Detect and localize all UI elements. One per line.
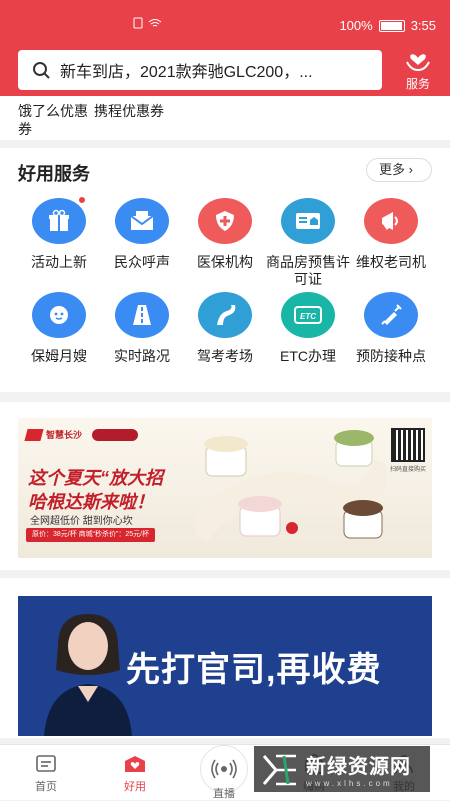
service-label: 保姆月嫂: [31, 348, 87, 364]
battery-icon: [378, 19, 405, 32]
service-button[interactable]: 服务: [396, 48, 440, 92]
ad-banner-lawyer[interactable]: 先打官司,再收费: [18, 596, 432, 736]
service-item-vaccine[interactable]: 预防接种点: [346, 292, 436, 365]
ad-headline-1: 这个夏天“放大招: [28, 468, 163, 488]
tab-useful[interactable]: 好用: [105, 753, 165, 794]
ad-brand: 智慧长沙: [24, 428, 139, 441]
heart-hands-icon: [406, 54, 430, 72]
watermark-logo-icon: [262, 754, 296, 786]
tab-live[interactable]: 直播: [194, 745, 254, 801]
tag-ctrip[interactable]: 携程优惠券: [94, 103, 164, 119]
more-button[interactable]: 更多 ›: [366, 158, 432, 182]
ad-headline-2: 哈根达斯来啦！: [28, 492, 154, 512]
icecream-image: [196, 430, 386, 543]
service-label: 预防接种点: [356, 348, 426, 364]
service-label: 活动上新: [31, 254, 87, 270]
tag-overflow: 券: [18, 121, 32, 137]
lawyer-photo: [44, 614, 132, 736]
service-item-nanny[interactable]: 保姆月嫂: [14, 292, 104, 365]
search-input[interactable]: 新车到店，2021款奔驰GLC200，...: [18, 50, 382, 90]
svg-text:ETC: ETC: [300, 312, 316, 321]
ad-banner-icecream[interactable]: 智慧长沙 这个夏天“放大招 哈根达斯来啦！ 全网超低价 甜到你心坎 原价：38元…: [18, 418, 432, 558]
battery-percent: 100%: [339, 18, 373, 33]
gift-icon: [32, 196, 86, 244]
service-item-exam[interactable]: 驾考考场: [180, 292, 270, 365]
search-icon: [33, 62, 50, 79]
syringe-icon: [364, 292, 418, 338]
tab-home[interactable]: 首页: [16, 753, 76, 794]
watermark-title: 新绿资源网: [306, 756, 411, 778]
watermark: 新绿资源网 www.xlhs.com: [254, 746, 430, 792]
haagen-dazs-logo: [92, 428, 139, 441]
brand-logo-icon: [24, 428, 44, 441]
service-label: 服务: [405, 77, 430, 91]
promo-tags: 饿了么优惠 携程优惠券 券: [0, 96, 450, 140]
service-label: ETC办理: [280, 348, 336, 364]
heart-box-icon: [125, 756, 145, 772]
qr-code-icon: [390, 428, 425, 462]
ad-sub: 全网超低价 甜到你心坎: [30, 516, 133, 527]
ad-banner-section: 智慧长沙 这个夏天“放大招 哈根达斯来啦！ 全网超低价 甜到你心坎 原价：38元…: [0, 402, 450, 570]
chevron-right-icon: ›: [408, 162, 413, 177]
service-label: 医保机构: [197, 254, 253, 270]
baby-icon: [32, 292, 86, 338]
status-bar: 100% 3:55: [0, 0, 450, 44]
etc-card-icon: ETC: [281, 292, 335, 338]
watermark-url: www.xlhs.com: [306, 779, 393, 788]
service-item-rights[interactable]: 维权老司机: [346, 198, 436, 271]
service-label: 实时路况: [114, 348, 170, 364]
section-title: 好用服务: [18, 164, 90, 184]
tag-eleme[interactable]: 饿了么优惠: [18, 103, 88, 119]
service-item-traffic[interactable]: 实时路况: [97, 292, 187, 365]
header: 新车到店，2021款奔驰GLC200，... 服务: [0, 44, 450, 96]
mail-icon: [115, 198, 169, 244]
status-icons: [133, 17, 167, 32]
service-item-activity[interactable]: 活动上新: [14, 196, 104, 271]
service-label: 商品房预售许可证: [266, 254, 350, 287]
service-label: 民众呼声: [114, 254, 170, 270]
service-label: 驾考考场: [197, 348, 253, 364]
services-section: 好用服务 更多 › 活动上新 民众呼声 医保机构 商品房预售许可证 维权老司机 …: [0, 148, 450, 392]
megaphone-icon: [364, 198, 418, 244]
medical-shield-icon: [198, 198, 252, 244]
track-icon: [198, 292, 252, 338]
sim-wifi-icon: [133, 17, 162, 29]
ad-price: 原价：38元/杯 商城“秒杀价”：25元/杯: [26, 528, 156, 542]
notification-dot: [78, 196, 86, 204]
home-icon: [36, 755, 56, 772]
road-icon: [115, 292, 169, 338]
search-placeholder: 新车到店，2021款奔驰GLC200，...: [60, 64, 313, 81]
service-item-medical[interactable]: 医保机构: [180, 198, 270, 271]
ad-banner-section-2: 先打官司,再收费: [0, 578, 450, 738]
service-label: 维权老司机: [356, 254, 426, 270]
service-item-voice[interactable]: 民众呼声: [97, 198, 187, 271]
house-card-icon: [281, 198, 335, 244]
service-item-presale[interactable]: 商品房预售许可证: [263, 198, 353, 288]
qr-code: 扫码直接购买: [390, 428, 426, 473]
clock: 3:55: [410, 18, 436, 33]
service-item-etc[interactable]: ETC ETC办理: [263, 292, 353, 365]
ad-headline: 先打官司,再收费: [126, 651, 382, 689]
